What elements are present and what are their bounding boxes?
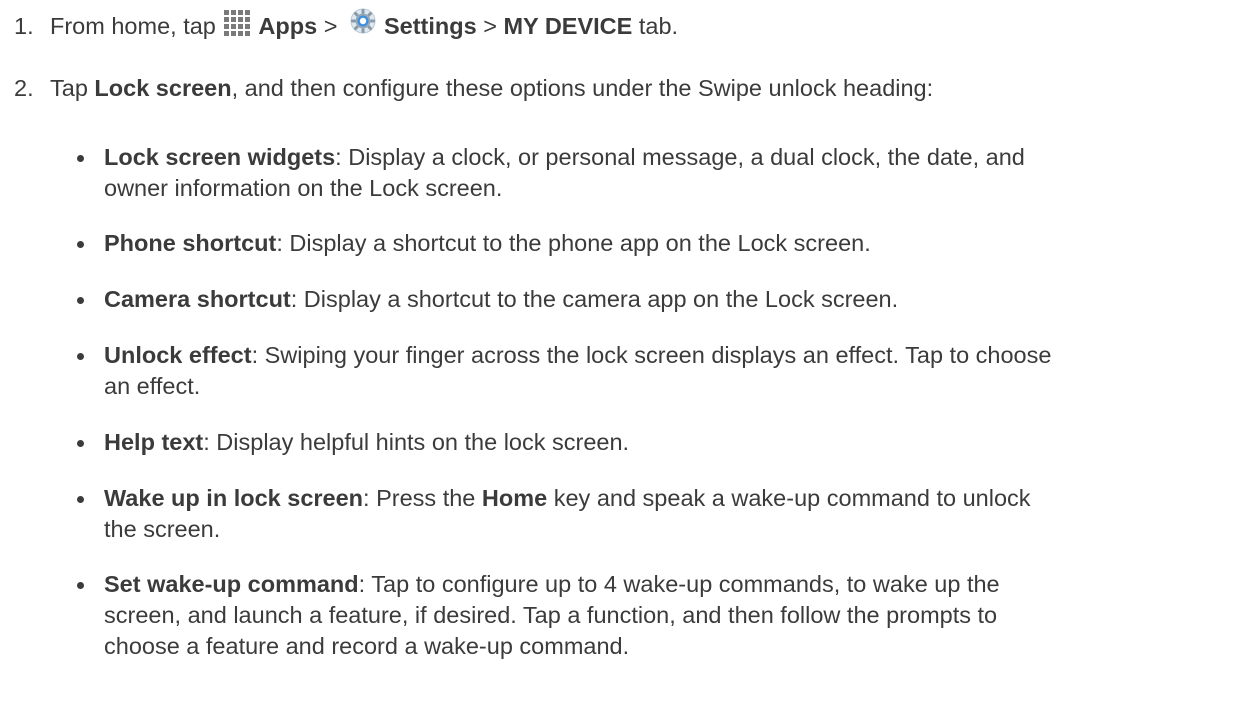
- option-description: an effect.: [104, 373, 201, 399]
- step-2: 2. Tap Lock screen, and then configure th…: [0, 73, 933, 104]
- option-description: : Display a clock, or personal message, …: [335, 144, 1025, 170]
- option-description: screen, and launch a feature, if desired…: [104, 602, 998, 628]
- list-item-text: Lock screen widgets: Display a clock, or…: [104, 142, 1174, 204]
- option-description: key and speak a wake-up command to unloc…: [547, 485, 1031, 511]
- bullet-icon: [77, 297, 84, 304]
- option-term: Set wake-up command: [104, 571, 359, 597]
- bullet-icon: [77, 496, 84, 503]
- list-item-text: Set wake-up command: Tap to configure up…: [104, 569, 1174, 662]
- apps-label: Apps: [258, 13, 318, 39]
- option-description: : Press the: [363, 485, 482, 511]
- step-text: Tap: [50, 75, 88, 101]
- my-device-tab-label: MY DEVICE: [503, 13, 633, 39]
- apps-grid-icon: [224, 10, 251, 36]
- list-item-text: Camera shortcut: Display a shortcut to t…: [104, 284, 1174, 315]
- list-item-text: Wake up in lock screen: Press the Home k…: [104, 483, 1174, 545]
- step-1: 1. From home, tap Apps > Settings > MY DE…: [0, 6, 678, 42]
- step-number: 1.: [14, 13, 34, 39]
- step-text-end: , and then configure these options under…: [231, 75, 934, 101]
- option-description: owner information on the Lock screen.: [104, 175, 503, 201]
- bullet-icon: [77, 440, 84, 447]
- settings-label: Settings: [383, 13, 477, 39]
- option-term: Wake up in lock screen: [104, 485, 364, 511]
- option-description: the screen.: [104, 516, 221, 542]
- option-description: : Swiping your finger across the lock sc…: [251, 342, 1052, 368]
- option-description: : Display a shortcut to the camera app o…: [290, 286, 899, 312]
- bullet-icon: [77, 155, 84, 162]
- separator: >: [323, 13, 338, 39]
- option-description: : Tap to configure up to 4 wake-up comma…: [358, 571, 1000, 597]
- step-text-end: tab.: [638, 13, 679, 39]
- lock-screen-label: Lock screen: [94, 75, 232, 101]
- option-description: : Display a shortcut to the phone app on…: [276, 230, 871, 256]
- option-term: Help text: [104, 429, 204, 455]
- option-term: Lock screen widgets: [104, 144, 336, 170]
- step-text: From home, tap: [50, 13, 216, 39]
- list-item-text: Help text: Display helpful hints on the …: [104, 427, 1174, 458]
- step-number: 2.: [14, 75, 34, 101]
- bullet-icon: [77, 353, 84, 360]
- option-term: Unlock effect: [104, 342, 252, 368]
- settings-gear-icon: [350, 8, 376, 34]
- option-description: : Display helpful hints on the lock scre…: [203, 429, 630, 455]
- option-term: Camera shortcut: [104, 286, 291, 312]
- option-term: Phone shortcut: [104, 230, 277, 256]
- home-key-label: Home: [481, 485, 548, 511]
- bullet-icon: [77, 582, 84, 589]
- bullet-icon: [77, 241, 84, 248]
- list-item-text: Unlock effect: Swiping your finger acros…: [104, 340, 1174, 402]
- separator: >: [483, 13, 497, 39]
- list-item-text: Phone shortcut: Display a shortcut to th…: [104, 228, 1174, 259]
- option-description: choose a feature and record a wake-up co…: [104, 633, 630, 659]
